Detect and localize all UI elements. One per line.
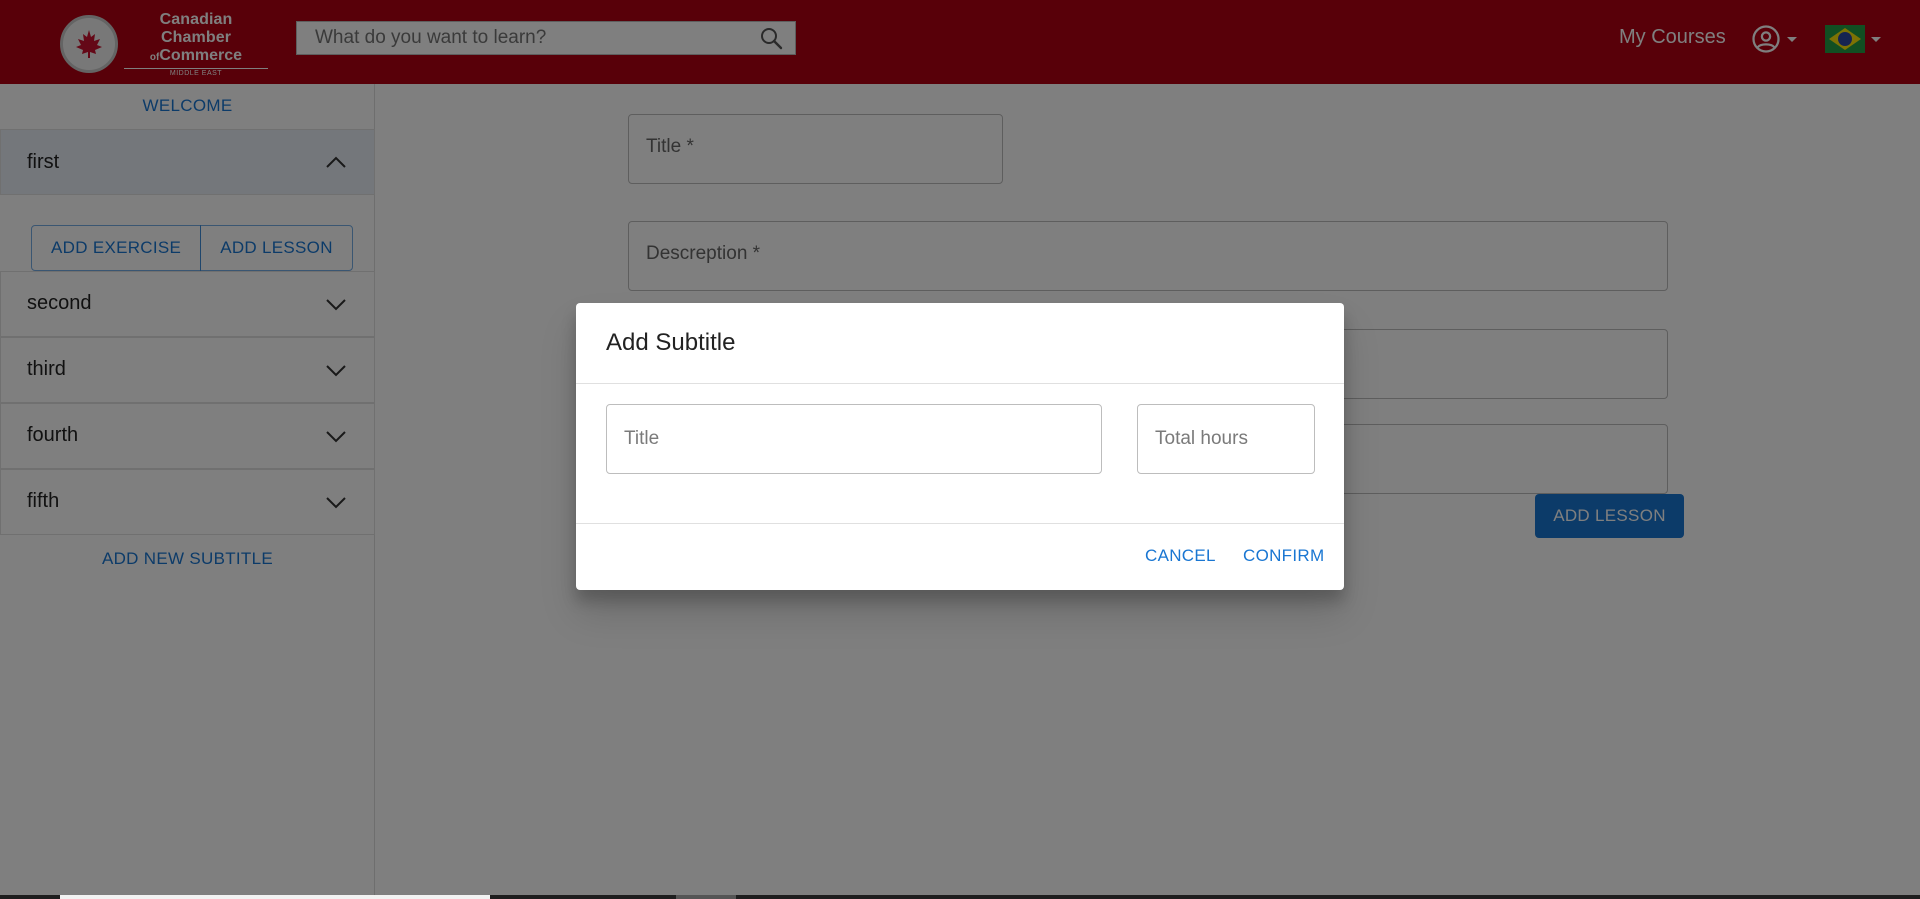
subtitle-title-input[interactable] — [606, 404, 1102, 474]
divider — [576, 383, 1344, 384]
divider — [576, 523, 1344, 524]
cancel-button[interactable]: CANCEL — [1145, 546, 1216, 566]
confirm-button[interactable]: CONFIRM — [1243, 546, 1324, 566]
scrollbar-segment — [676, 895, 736, 899]
bottom-scrollbar[interactable] — [0, 895, 1920, 899]
add-subtitle-dialog: Add Subtitle CANCEL CONFIRM — [576, 303, 1344, 590]
scrollbar-thumb[interactable] — [60, 895, 490, 899]
total-hours-input[interactable] — [1137, 404, 1315, 474]
dialog-title: Add Subtitle — [606, 329, 736, 356]
